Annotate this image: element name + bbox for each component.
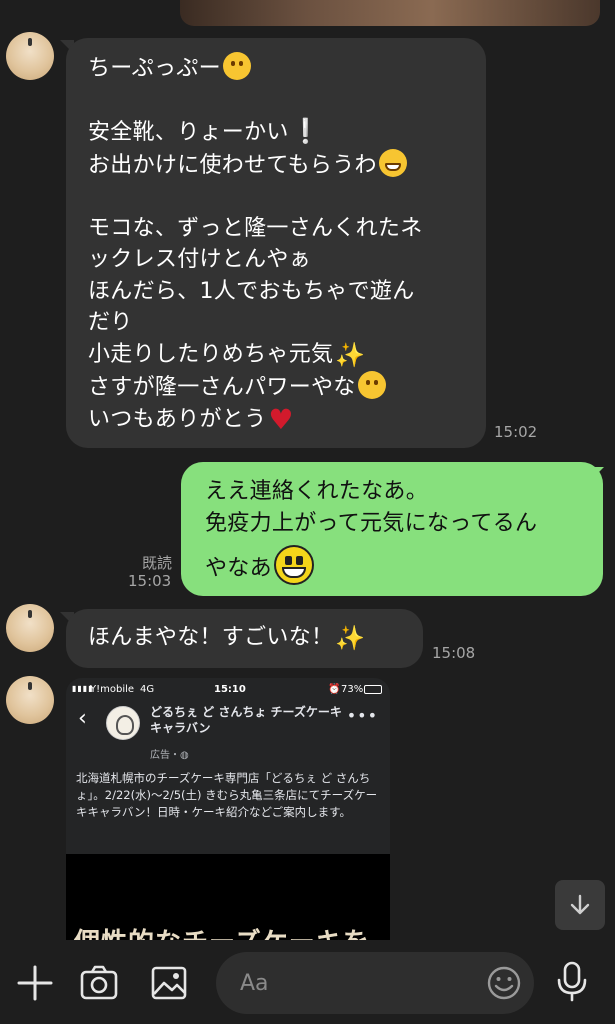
image-button[interactable] [150, 964, 188, 1006]
clock-label: 15:10 [214, 684, 246, 695]
battery-icon [364, 685, 382, 694]
scroll-to-bottom-button[interactable] [555, 880, 605, 930]
message-line: ックレス付けとんやぁ [88, 247, 312, 272]
plus-icon [17, 965, 53, 1001]
plus-button[interactable] [16, 964, 54, 1006]
message-line: だり [88, 310, 133, 335]
message-input[interactable] [240, 966, 480, 1000]
back-chevron-icon: ‹ [78, 706, 87, 731]
phone-status-bar: ▮▮▮▮ Y!mobile 4G 15:10 ⏰ 73% [66, 678, 390, 700]
message-time: 15:02 [494, 423, 538, 441]
message-time: 15:03 [128, 572, 172, 590]
smiley-icon [487, 966, 521, 1000]
post-description: 北海道札幌市のチーズケーキ専門店「どるちぇ ど さんちょ」。2/22(水)〜2/… [76, 771, 378, 819]
message-line: さすが隆一さんパワーやな [88, 375, 356, 400]
microphone-button[interactable] [552, 960, 592, 1008]
message-line: ほんまやな！すごいな！ [88, 625, 334, 650]
image-message-screenshot[interactable]: ▮▮▮▮ Y!mobile 4G 15:10 ⏰ 73% ‹ どるちぇ ど さん… [66, 678, 390, 940]
page-logo [106, 706, 140, 740]
avatar[interactable] [6, 32, 54, 80]
message-bubble-outgoing[interactable]: ええ連絡くれたなあ。 免疫力上がって元気になってるん やなあ [181, 462, 603, 596]
message-line: お出かけに使わせてもらうわ [88, 152, 377, 178]
message-bubble-incoming[interactable]: ほんまやな！すごいな！✨ [66, 609, 423, 668]
chat-area[interactable]: ちーぷっぷー 安全靴、りょーかい❕ お出かけに使わせてもらうわ モコな、ずっと隆… [0, 0, 615, 940]
message-line: モコな、ずっと隆一さんくれたネ [88, 215, 423, 241]
message-line: 安全靴、りょーかい [88, 120, 289, 145]
page-name: どるちぇ ど さんちょ チーズケーキキャラバン [150, 705, 342, 735]
smile-emoji-icon [357, 371, 386, 399]
message-line: ええ連絡くれたなあ。 [205, 479, 429, 504]
avatar[interactable] [6, 676, 54, 724]
post-image-headline: 個性的なチーズケーキを [74, 922, 370, 940]
smile-emoji-icon [222, 52, 251, 80]
exclamation-icon: ❕ [290, 117, 321, 145]
camera-button[interactable] [79, 964, 119, 1006]
avatar[interactable] [6, 604, 54, 652]
grin-emoji-icon [378, 148, 407, 177]
carrier-label: Y!mobile [90, 684, 135, 695]
emoji-picker-button[interactable] [486, 965, 522, 1005]
message-time: 15:08 [432, 644, 476, 662]
message-input-field[interactable] [216, 952, 534, 1014]
alarm-icon: ⏰ [328, 684, 341, 695]
grinning-face-emoji-icon [273, 545, 314, 585]
battery-label: 73% [341, 684, 364, 695]
network-label: 4G [140, 684, 155, 695]
camera-icon [80, 965, 118, 1000]
image-message-cropped[interactable] [180, 0, 600, 26]
message-bubble-incoming[interactable]: ちーぷっぷー 安全靴、りょーかい❕ お出かけに使わせてもらうわ モコな、ずっと隆… [66, 38, 486, 448]
image-icon [151, 966, 187, 1000]
microphone-icon [557, 961, 587, 1002]
globe-icon: ◍ [180, 750, 189, 761]
heart-icon: ♥ [268, 402, 294, 436]
message-line: ちーぷっぷー [88, 56, 221, 81]
message-line: やなあ [205, 556, 272, 581]
ad-label: 広告・ [150, 750, 180, 761]
message-line: 免疫力上がって元気になってるん [205, 510, 538, 536]
message-line: いつもありがとう [88, 406, 267, 432]
more-options-icon: ••• [346, 706, 378, 725]
message-line: ほんだら、1人でおもちゃで遊ん [88, 278, 415, 304]
message-line: 小走りしたりめちゃ元気 [88, 341, 334, 367]
sparkle-icon: ✨ [335, 340, 366, 369]
arrow-down-icon [570, 894, 590, 915]
sparkle-icon: ✨ [335, 624, 366, 652]
read-receipt: 既読 [141, 554, 172, 572]
